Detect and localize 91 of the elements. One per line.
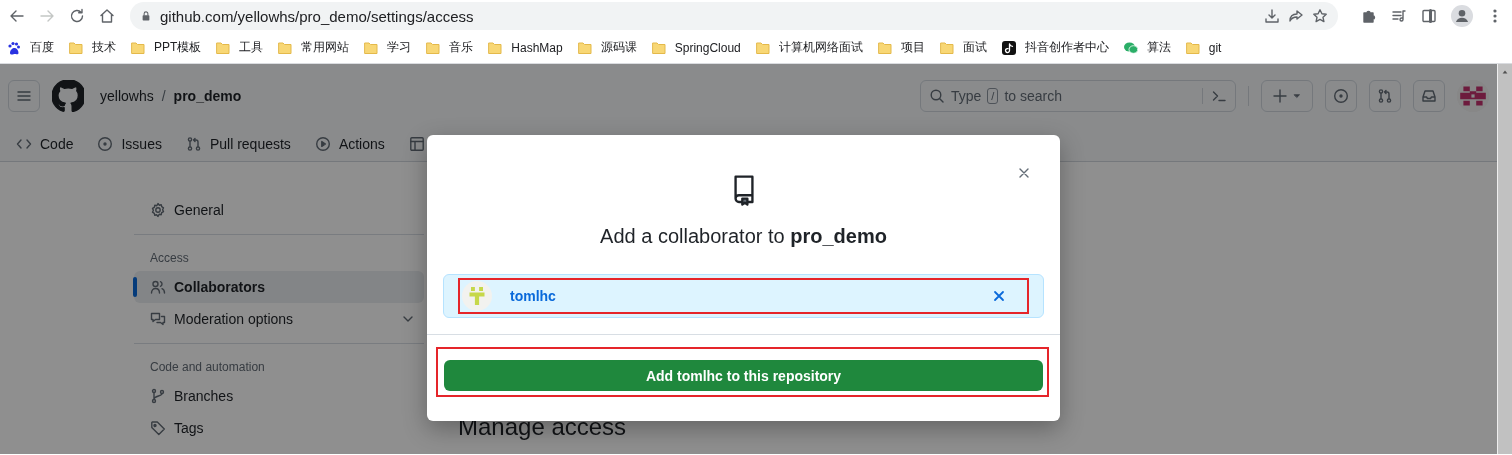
puzzle-icon <box>1361 8 1377 24</box>
branch-icon <box>150 388 166 404</box>
bookmark[interactable]: 计算机网络面试 <box>754 39 863 56</box>
home-icon <box>99 8 115 24</box>
owner-link[interactable]: yellowhs <box>100 87 154 104</box>
username: tomlhc <box>510 288 556 304</box>
folder-icon <box>425 39 442 56</box>
sidebar-item[interactable]: Collaborators <box>134 271 424 303</box>
pull-request-icon <box>1377 87 1393 104</box>
issue-icon <box>1333 87 1349 104</box>
breadcrumb-separator: / <box>161 87 166 104</box>
people-icon <box>150 279 166 295</box>
bookmark[interactable]: 算法 <box>1122 39 1171 56</box>
folder-icon <box>487 39 504 56</box>
dialog-title: Add a collaborator to pro_demo <box>600 225 887 248</box>
bookmark[interactable]: HashMap <box>487 39 563 56</box>
octocat-logo-icon <box>52 79 84 112</box>
music-note-icon <box>1000 39 1017 56</box>
repo-tab[interactable]: Actions <box>314 136 385 152</box>
folder-icon <box>650 39 667 56</box>
folder-icon <box>215 39 232 56</box>
scroll-up-arrow-icon <box>1501 68 1509 76</box>
folder-icon <box>754 39 771 56</box>
sidebar-heading: Access <box>149 250 190 267</box>
folder-icon <box>277 39 294 56</box>
bookmark[interactable]: SpringCloud <box>650 39 741 56</box>
scrollbar[interactable] <box>1497 64 1512 454</box>
repo-tab[interactable] <box>408 136 425 152</box>
playlist-icon <box>1391 8 1407 24</box>
bookmark[interactable]: 技术 <box>68 39 116 56</box>
address-bar[interactable]: github.com/yellowhs/pro_demo/settings/access <box>130 2 1338 30</box>
table-icon <box>408 136 425 152</box>
lock-icon <box>140 10 152 22</box>
gear-icon <box>150 202 166 218</box>
repo-tab[interactable]: Code <box>16 136 74 152</box>
bookmark[interactable]: 音乐 <box>425 39 474 56</box>
identicon-avatar <box>462 281 492 311</box>
folder-icon <box>363 39 380 56</box>
bookmark[interactable]: 常用网站 <box>277 39 350 56</box>
page-heading: Manage access <box>458 412 627 442</box>
repo-tab[interactable]: Issues <box>97 136 162 152</box>
search-icon <box>929 87 945 104</box>
side-panel-icon <box>1421 8 1437 24</box>
inbox-button[interactable] <box>1413 79 1445 112</box>
issues-button[interactable] <box>1325 79 1357 112</box>
download-icon <box>1264 8 1280 24</box>
bookmark[interactable]: git <box>1184 39 1222 56</box>
bookmark[interactable]: 项目 <box>876 39 925 56</box>
comment-icon <box>150 311 166 327</box>
bookmark[interactable]: 百度 <box>6 39 54 56</box>
shortcut-key: / <box>987 87 999 104</box>
repo-tab[interactable]: Pull requests <box>185 136 291 152</box>
plus-icon <box>1272 87 1288 104</box>
arrow-right-icon <box>39 8 55 24</box>
share-icon <box>1288 8 1304 24</box>
tag-icon <box>150 420 166 436</box>
sidebar-item[interactable]: Tags <box>134 412 424 444</box>
bookmark[interactable]: 面试 <box>938 39 987 56</box>
folder-icon <box>68 39 84 56</box>
bookmark[interactable]: 抖音创作者中心 <box>1000 39 1109 56</box>
reload-icon <box>69 8 85 24</box>
sidebar-heading: Code and automation <box>149 359 266 376</box>
sidebar-item[interactable]: Moderation options <box>134 303 424 335</box>
paw-icon <box>6 39 22 56</box>
star-icon <box>1312 8 1328 24</box>
sidebar-item[interactable]: General <box>134 194 424 226</box>
folder-icon <box>576 39 593 56</box>
issue-icon <box>97 136 114 152</box>
sidebar-item[interactable]: Branches <box>134 380 424 412</box>
folder-icon <box>876 39 893 56</box>
folder-icon <box>938 39 955 56</box>
arrow-left-icon <box>9 8 25 24</box>
inbox-icon <box>1421 87 1437 104</box>
folder-icon <box>130 39 146 56</box>
add-collaborator-button[interactable]: Add tomlhc to this repository <box>444 360 1043 391</box>
search-placeholder: Type <box>951 87 982 104</box>
person-icon <box>1451 5 1473 27</box>
bookmark[interactable]: 工具 <box>215 39 264 56</box>
pull-request-icon <box>185 136 202 152</box>
close-icon <box>991 288 1007 304</box>
create-button[interactable] <box>1261 79 1313 112</box>
bookmark[interactable]: 学习 <box>363 39 412 56</box>
folder-icon <box>1184 39 1201 56</box>
menu-button[interactable] <box>8 79 40 112</box>
bookmark[interactable]: PPT模板 <box>130 39 202 56</box>
url-text: github.com/yellowhs/pro_demo/settings/access <box>160 7 475 25</box>
bookmark[interactable]: 源码课 <box>576 39 637 56</box>
pull-requests-button[interactable] <box>1369 79 1401 112</box>
search-placeholder: to search <box>1004 87 1062 104</box>
play-circle-icon <box>314 136 331 152</box>
repo-link[interactable]: pro_demo <box>173 87 242 104</box>
